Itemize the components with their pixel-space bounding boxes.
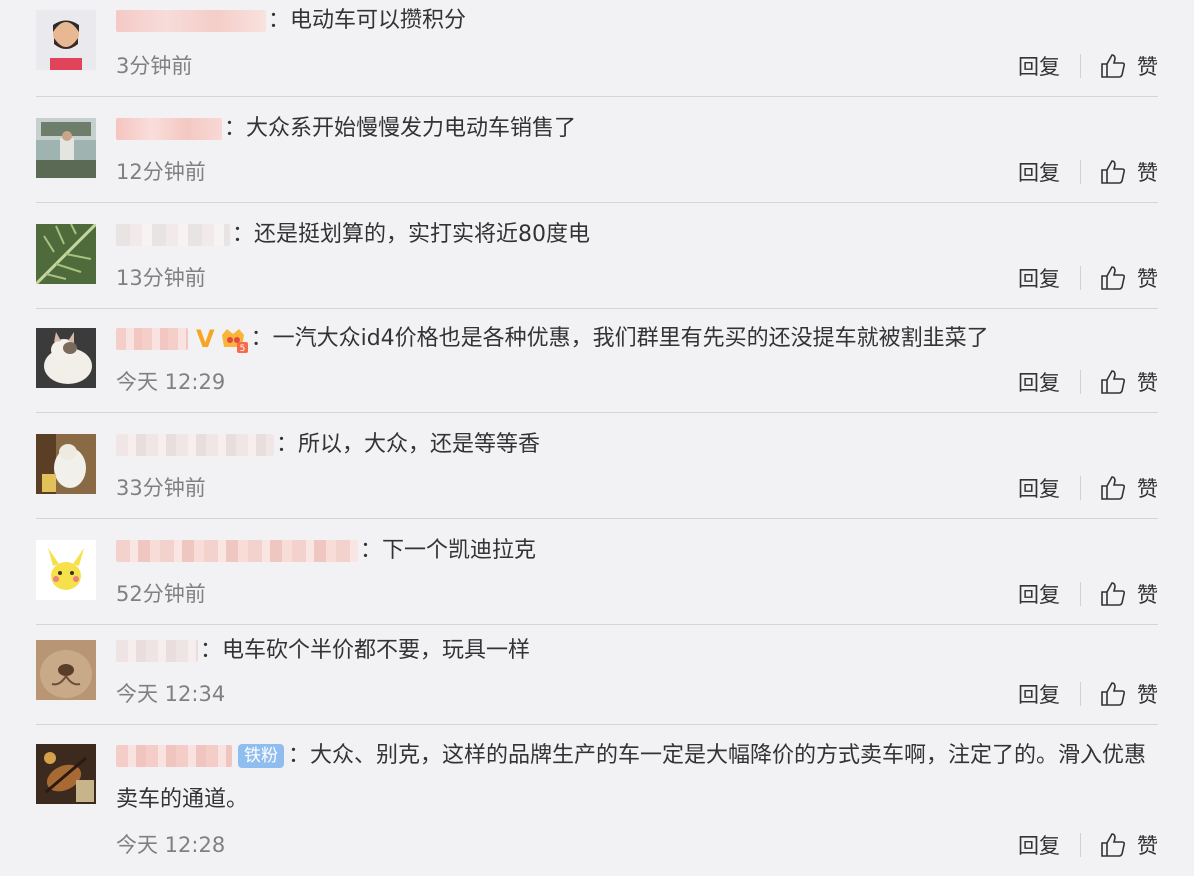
comment-text: ：大众系开始慢慢发力电动车销售了: [224, 116, 577, 141]
username-blurred[interactable]: [116, 434, 274, 456]
comment-line: ：大众系开始慢慢发力电动车销售了: [116, 112, 1158, 146]
comment-item: V 5 ：一汽大众id4价格也是各种优惠，我们群里有先买的还没提车就被割韭菜了 今天…: [36, 325, 1158, 414]
comment-time: 今天 12:28: [116, 833, 226, 857]
comment-item: ：还是挺划算的，实打实将近80度电 13分钟前 回复 赞: [36, 222, 1158, 310]
divider: [36, 518, 1158, 519]
reply-button[interactable]: 回复: [1018, 51, 1060, 81]
like-button[interactable]: 赞: [1137, 51, 1158, 81]
like-button[interactable]: 赞: [1137, 679, 1158, 709]
avatar[interactable]: [36, 328, 96, 388]
reply-button[interactable]: 回复: [1018, 263, 1060, 293]
username-blurred[interactable]: [116, 540, 358, 562]
divider-vertical: [1080, 266, 1081, 290]
thumbs-up-icon[interactable]: [1099, 158, 1127, 186]
comment-text: ：下一个凯迪拉克: [360, 538, 537, 563]
comment-time: 33分钟前: [116, 476, 206, 500]
avatar[interactable]: [36, 224, 96, 284]
comment-item: ：下一个凯迪拉克 52分钟前 回复 赞: [36, 538, 1158, 626]
divider: [36, 308, 1158, 309]
username-blurred[interactable]: [116, 118, 222, 140]
comment-time: 今天 12:34: [116, 682, 226, 706]
comment-item: ：电动车可以攒积分 3分钟前 回复 赞: [36, 8, 1158, 96]
comment-actions: 回复 赞: [1018, 367, 1158, 397]
avatar[interactable]: [36, 118, 96, 178]
username-blurred[interactable]: [116, 224, 230, 246]
comment-actions: 回复 赞: [1018, 830, 1158, 860]
comment-text: ：所以，大众，还是等等香: [276, 432, 541, 457]
comment-time: 12分钟前: [116, 160, 206, 184]
username-blurred[interactable]: [116, 10, 266, 32]
comment-text: ：电车砍个半价都不要，玩具一样: [200, 638, 531, 663]
thumbs-up-icon[interactable]: [1099, 474, 1127, 502]
comment-actions: 回复 赞: [1018, 263, 1158, 293]
avatar[interactable]: [36, 10, 96, 70]
verified-v-icon[interactable]: V: [196, 322, 215, 356]
comment-text: ：一汽大众id4价格也是各种优惠，我们群里有先买的还没提车就被割韭菜了: [250, 326, 989, 351]
divider: [36, 202, 1158, 203]
comment-line: ：电车砍个半价都不要，玩具一样: [116, 634, 1158, 668]
comment-time: 3分钟前: [116, 54, 193, 78]
svg-text:5: 5: [239, 344, 245, 353]
divider: [36, 96, 1158, 97]
avatar[interactable]: [36, 434, 96, 494]
avatar[interactable]: [36, 744, 96, 804]
comment-time: 52分钟前: [116, 582, 206, 606]
avatar[interactable]: [36, 640, 96, 700]
comment-item: ：所以，大众，还是等等香 33分钟前 回复 赞: [36, 432, 1158, 520]
thumbs-up-icon[interactable]: [1099, 580, 1127, 608]
like-button[interactable]: 赞: [1137, 830, 1158, 860]
reply-button[interactable]: 回复: [1018, 473, 1060, 503]
divider: [36, 624, 1158, 625]
divider: [36, 724, 1158, 725]
divider-vertical: [1080, 54, 1081, 78]
comment-line: ：所以，大众，还是等等香: [116, 428, 1158, 462]
like-button[interactable]: 赞: [1137, 157, 1158, 187]
reply-button[interactable]: 回复: [1018, 679, 1060, 709]
comment-line: 铁粉 ：大众、别克，这样的品牌生产的车一定是大幅降价的方式卖车啊，注定了的。滑入优…: [116, 734, 1158, 822]
reply-button[interactable]: 回复: [1018, 367, 1060, 397]
divider-vertical: [1080, 160, 1081, 184]
username-blurred[interactable]: [116, 328, 188, 350]
reply-button[interactable]: 回复: [1018, 157, 1060, 187]
comment-time: 今天 12:29: [116, 370, 226, 394]
comment-actions: 回复 赞: [1018, 51, 1158, 81]
comment-actions: 回复 赞: [1018, 473, 1158, 503]
reply-button[interactable]: 回复: [1018, 830, 1060, 860]
username-blurred[interactable]: [116, 640, 198, 662]
comment-line: ：电动车可以攒积分: [116, 4, 1158, 38]
comment-item: 铁粉 ：大众、别克，这样的品牌生产的车一定是大幅降价的方式卖车啊，注定了的。滑入优…: [36, 743, 1158, 870]
divider-vertical: [1080, 370, 1081, 394]
comment-actions: 回复 赞: [1018, 579, 1158, 609]
divider-vertical: [1080, 582, 1081, 606]
comment-line: ：下一个凯迪拉克: [116, 534, 1158, 568]
like-button[interactable]: 赞: [1137, 367, 1158, 397]
comment-text: ：电动车可以攒积分: [268, 8, 467, 33]
thumbs-up-icon[interactable]: [1099, 680, 1127, 708]
divider-vertical: [1080, 476, 1081, 500]
divider: [36, 412, 1158, 413]
comment-actions: 回复 赞: [1018, 157, 1158, 187]
divider-vertical: [1080, 682, 1081, 706]
like-button[interactable]: 赞: [1137, 473, 1158, 503]
comment-line: V 5 ：一汽大众id4价格也是各种优惠，我们群里有先买的还没提车就被割韭菜了: [116, 322, 1158, 356]
thumbs-up-icon[interactable]: [1099, 264, 1127, 292]
comment-line: ：还是挺划算的，实打实将近80度电: [116, 218, 1158, 252]
comment-item: ：大众系开始慢慢发力电动车销售了 12分钟前 回复 赞: [36, 116, 1158, 204]
divider-vertical: [1080, 833, 1081, 857]
thumbs-up-icon[interactable]: [1099, 52, 1127, 80]
comment-time: 13分钟前: [116, 266, 206, 290]
reply-button[interactable]: 回复: [1018, 579, 1060, 609]
comment-text: ：还是挺划算的，实打实将近80度电: [232, 222, 590, 247]
fan-badge[interactable]: 铁粉: [238, 744, 284, 768]
comment-actions: 回复 赞: [1018, 679, 1158, 709]
thumbs-up-icon[interactable]: [1099, 831, 1127, 859]
username-blurred[interactable]: [116, 745, 232, 767]
comment-list: ：电动车可以攒积分 3分钟前 回复 赞 ：大众系开始慢慢发力电动车销售了 12分…: [0, 0, 1194, 876]
comment-item: ：电车砍个半价都不要，玩具一样 今天 12:34 回复 赞: [36, 638, 1158, 726]
thumbs-up-icon[interactable]: [1099, 368, 1127, 396]
like-button[interactable]: 赞: [1137, 263, 1158, 293]
like-button[interactable]: 赞: [1137, 579, 1158, 609]
avatar[interactable]: [36, 540, 96, 600]
crown-level-icon[interactable]: 5: [219, 325, 249, 354]
